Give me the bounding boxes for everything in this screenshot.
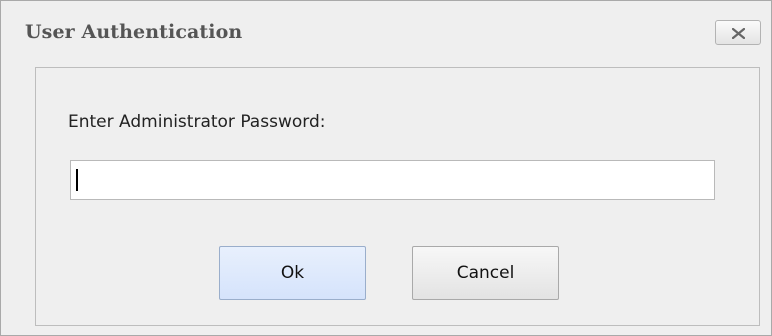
close-icon <box>732 28 745 39</box>
ok-button[interactable]: Ok <box>219 246 366 300</box>
password-prompt-label: Enter Administrator Password: <box>68 112 326 132</box>
password-input[interactable] <box>70 160 715 200</box>
close-button[interactable] <box>715 20 761 45</box>
title-bar: User Authentication <box>1 1 771 67</box>
authentication-dialog: User Authentication Enter Administrator … <box>0 0 772 336</box>
text-cursor <box>76 169 78 191</box>
cancel-button[interactable]: Cancel <box>412 246 559 300</box>
dialog-content: Enter Administrator Password: Ok Cancel <box>35 67 760 326</box>
dialog-title: User Authentication <box>25 21 243 43</box>
